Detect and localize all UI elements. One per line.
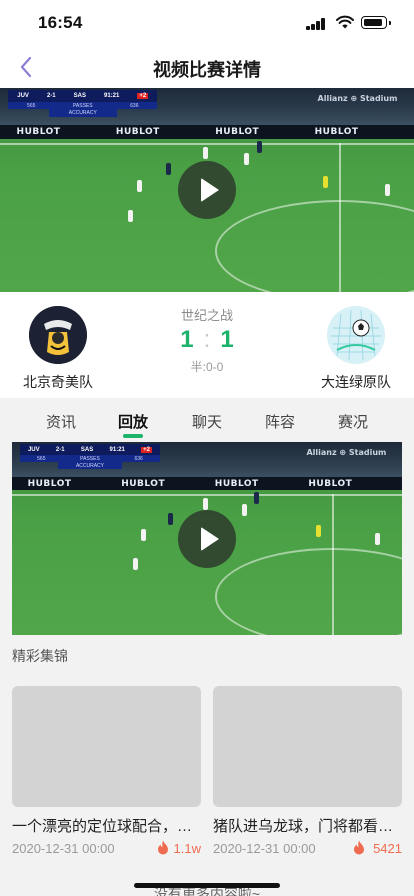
status-time: 16:54	[38, 13, 83, 32]
scorebug: JUV 2-1 SAS 91:21 +2 565 PASSES 636 ACCURACY	[8, 90, 158, 117]
player	[165, 163, 171, 176]
pitch-line	[0, 143, 414, 146]
cellular-signal-icon	[306, 18, 326, 30]
player	[316, 524, 322, 537]
scorebug-stat-label: PASSES	[80, 455, 100, 462]
home-indicator[interactable]	[134, 883, 280, 888]
player	[128, 210, 134, 223]
content-area: 资讯 回放 聊天 阵容 赛况 Allianz ⊕ Stadium HUBLOT …	[0, 398, 414, 896]
tab-lineup[interactable]: 阵容	[250, 411, 310, 432]
highlight-card[interactable]: 一个漂亮的定位球配合，打进一粒 2020-12-31 00:00 1.1w	[12, 686, 201, 856]
ad-boards: HUBLOT HUBLOT HUBLOT HUBLOT	[12, 476, 402, 491]
scorebug-clock: 91:21	[104, 93, 120, 100]
play-icon[interactable]	[178, 161, 236, 219]
fire-icon	[158, 840, 168, 855]
ad-board-text: HUBLOT	[308, 479, 353, 490]
status-bar: 16:54	[0, 0, 414, 46]
match-score-panel: 北京奇美队 世纪之战 1:1 半:0-0 大连绿原队	[0, 292, 414, 398]
away-team-name: 大连绿原队	[321, 374, 391, 390]
player	[322, 175, 328, 188]
replay-video-player[interactable]: Allianz ⊕ Stadium HUBLOT HUBLOT HUBLOT H…	[12, 442, 402, 635]
player	[140, 528, 146, 541]
highlight-views: 5421	[373, 841, 402, 856]
pitch-circle	[214, 548, 402, 635]
ad-boards: HUBLOT HUBLOT HUBLOT HUBLOT	[0, 124, 414, 139]
player	[244, 153, 250, 166]
scorebug-stat-away: 636	[130, 102, 139, 109]
scorebug-stat-label: PASSES	[72, 102, 93, 109]
player	[242, 503, 248, 516]
highlight-title[interactable]: 猪队进乌龙球，门将都看傻了眼	[213, 815, 402, 836]
scorebug-stat-home: 565	[27, 102, 36, 109]
highlight-thumbnail[interactable]	[12, 686, 201, 807]
player	[253, 492, 259, 505]
scorebug-home: JUV	[27, 446, 40, 453]
home-team-name: 北京奇美队	[23, 374, 93, 390]
away-team-logo	[327, 306, 385, 364]
tab-live[interactable]: 赛况	[323, 411, 383, 432]
tab-bar: 资讯 回放 聊天 阵容 赛况	[0, 398, 414, 440]
page-title: 视频比赛详情	[153, 60, 261, 80]
player	[256, 141, 262, 154]
wifi-icon	[336, 15, 354, 29]
player	[132, 557, 138, 570]
scorebug-stat-home: 565	[37, 455, 46, 462]
player	[374, 532, 380, 545]
scorebug-score: 2-1	[46, 93, 56, 100]
scorebug-away: SAS	[80, 446, 94, 453]
player	[385, 183, 391, 196]
ad-board-text: HUBLOT	[16, 127, 61, 138]
tab-replay[interactable]: 回放	[103, 411, 163, 432]
highlight-title[interactable]: 一个漂亮的定位球配合，打进一粒	[12, 815, 201, 836]
scorebug: JUV 2-1 SAS 91:21 +2 565 PASSES 636 ACCURACY	[19, 443, 161, 469]
ad-board-text: HUBLOT	[121, 479, 166, 490]
home-score: 1	[180, 326, 194, 353]
highlight-date: 2020-12-31 00:00	[213, 841, 316, 856]
player	[203, 497, 209, 510]
player	[136, 179, 142, 192]
score-separator: :	[203, 326, 211, 353]
ad-board-text: HUBLOT	[215, 127, 260, 138]
battery-icon	[361, 16, 391, 29]
scorebug-away: SAS	[73, 93, 86, 100]
highlight-card[interactable]: 猪队进乌龙球，门将都看傻了眼 2020-12-31 00:00 5421	[213, 686, 402, 856]
ad-board-text: HUBLOT	[214, 479, 259, 490]
scorebug-score: 2-1	[55, 446, 65, 453]
tab-chat[interactable]: 聊天	[177, 411, 237, 432]
scorebug-stat2: ACCURACY	[57, 462, 123, 469]
ad-board-text: HUBLOT	[115, 127, 160, 138]
active-tab-indicator	[123, 434, 143, 438]
fire-icon	[354, 840, 364, 855]
ad-board-text: HUBLOT	[314, 127, 359, 138]
main-video-player[interactable]: Allianz ⊕ Stadium HUBLOT HUBLOT HUBLOT H…	[0, 88, 414, 292]
highlight-date: 2020-12-31 00:00	[12, 841, 115, 856]
highlight-views: 1.1w	[173, 841, 201, 856]
pitch-circle	[215, 200, 414, 292]
scorebug-extra: +2	[137, 93, 149, 100]
nav-bar: 视频比赛详情	[0, 46, 414, 88]
stadium-sign: Allianz ⊕ Stadium	[317, 94, 398, 104]
away-score: 1	[220, 326, 234, 353]
player	[168, 513, 173, 526]
tab-news[interactable]: 资讯	[31, 411, 91, 432]
ad-board-text: HUBLOT	[27, 479, 72, 490]
highlights-title: 精彩集锦	[12, 648, 68, 664]
scorebug-clock: 91:21	[109, 446, 125, 453]
highlight-thumbnail[interactable]	[213, 686, 402, 807]
player	[202, 147, 208, 160]
scorebug-extra: +2	[141, 446, 153, 453]
scorebug-stat2: ACCURACY	[48, 109, 118, 117]
pitch-line	[12, 494, 402, 497]
scorebug-stat-away: 636	[134, 455, 143, 462]
stadium-sign: Allianz ⊕ Stadium	[306, 447, 387, 457]
play-icon[interactable]	[178, 510, 236, 568]
scorebug-home: JUV	[17, 93, 29, 100]
